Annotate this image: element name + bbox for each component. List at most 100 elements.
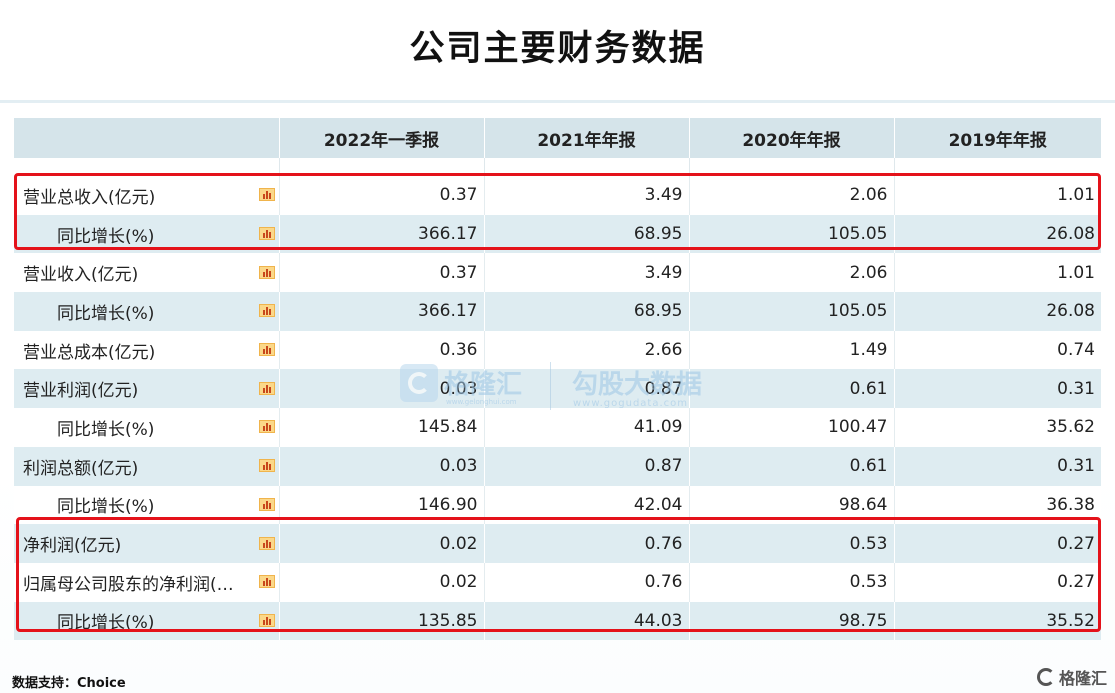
bar-chart-icon[interactable] — [258, 381, 275, 395]
watermark: 格隆汇 www.gelonghui.com 勾股大数据 www.gogudata… — [400, 360, 720, 416]
table-row: 同比增长(%) 366.17 68.95 105.05 26.08 — [14, 292, 1101, 331]
row-value-cell: 0.37 — [278, 253, 484, 293]
row-label-cell: 同比增长(%) — [14, 215, 279, 254]
row-label: 营业总收入(亿元) — [23, 187, 156, 208]
row-label-cell: 营业总收入(亿元) — [14, 176, 279, 215]
bar-chart-icon[interactable] — [258, 613, 275, 627]
row-label-cell: 归属母公司股东的净利润(… — [14, 563, 279, 602]
watermark-separator — [550, 362, 551, 410]
page-title: 公司主要财务数据 — [409, 29, 706, 69]
row-value-cell: 36.38 — [893, 485, 1101, 525]
title-divider — [0, 100, 1115, 103]
row-label-cell: 同比增长(%) — [14, 486, 279, 525]
row-value-cell: 0.27 — [893, 562, 1101, 602]
row-value-cell: 0.02 — [278, 524, 484, 563]
bar-chart-icon[interactable] — [258, 227, 275, 241]
row-value-cell: 0.31 — [893, 446, 1101, 486]
row-value-cell: 0.76 — [483, 562, 689, 602]
header-cell-2022q1: 2022年一季报 — [278, 118, 484, 158]
row-value-cell: 1.01 — [893, 176, 1101, 215]
row-value-cell: 68.95 — [483, 292, 689, 331]
table-row: 同比增长(%) 146.90 42.04 98.64 36.38 — [14, 485, 1101, 525]
row-value-cell: 26.08 — [893, 214, 1101, 254]
row-value-cell: 0.02 — [278, 562, 484, 602]
row-value-cell: 0.53 — [688, 524, 894, 563]
table-row: 利润总额(亿元) 0.03 0.87 0.61 0.31 — [14, 446, 1101, 486]
table-row: 营业总收入(亿元) 0.37 3.49 2.06 1.01 — [14, 176, 1101, 215]
row-value-cell: 135.85 — [278, 601, 484, 641]
row-value-cell: 146.90 — [278, 485, 484, 525]
row-label: 净利润(亿元) — [23, 536, 122, 557]
bar-chart-icon[interactable] — [258, 343, 275, 357]
row-label: 同比增长(%) — [57, 497, 155, 518]
watermark-name-1: 格隆汇 — [444, 370, 523, 400]
row-value-cell: 98.75 — [688, 601, 894, 641]
row-value-cell: 44.03 — [483, 601, 689, 641]
corner-logo: 格隆汇 — [1036, 666, 1107, 688]
watermark-logo-icon — [400, 364, 438, 402]
row-value-cell: 98.64 — [688, 485, 894, 525]
row-label-cell: 净利润(亿元) — [14, 524, 279, 563]
row-label: 归属母公司股东的净利润(… — [23, 574, 234, 595]
bar-chart-icon[interactable] — [258, 459, 275, 473]
row-value-cell: 42.04 — [483, 485, 689, 525]
watermark-name-2: 勾股大数据 — [572, 370, 703, 400]
bar-chart-icon[interactable] — [258, 536, 275, 550]
bar-chart-icon[interactable] — [258, 304, 275, 318]
bar-chart-icon[interactable] — [258, 420, 275, 434]
row-label-cell: 营业总成本(亿元) — [14, 331, 279, 370]
header-cell-2019: 2019年年报 — [893, 118, 1101, 158]
row-label-cell: 同比增长(%) — [14, 602, 279, 641]
row-label-cell: 同比增长(%) — [14, 408, 279, 447]
row-value-cell: 0.74 — [893, 330, 1101, 370]
row-label-cell: 同比增长(%) — [14, 292, 279, 331]
row-label: 同比增长(%) — [57, 226, 155, 247]
watermark-url-2: www.gogudata.com — [573, 398, 689, 409]
table-row: 同比增长(%) 135.85 44.03 98.75 35.52 — [14, 601, 1101, 641]
table-row: 归属母公司股东的净利润(… 0.02 0.76 0.53 0.27 — [14, 562, 1101, 602]
row-value-cell: 0.37 — [278, 176, 484, 215]
header-cell-2021: 2021年年报 — [483, 118, 689, 158]
row-value-cell: 0.53 — [688, 562, 894, 602]
row-label: 营业总成本(亿元) — [23, 342, 156, 363]
row-label-cell: 利润总额(亿元) — [14, 447, 279, 486]
row-value-cell: 0.03 — [278, 446, 484, 486]
row-label-cell: 营业收入(亿元) — [14, 253, 279, 292]
corner-logo-name: 格隆汇 — [1058, 669, 1107, 688]
row-label: 营业收入(亿元) — [23, 265, 139, 286]
row-label: 同比增长(%) — [57, 419, 155, 440]
row-value-cell: 68.95 — [483, 214, 689, 254]
corner-logo-icon — [1036, 668, 1055, 686]
row-value-cell: 366.17 — [278, 214, 484, 254]
bar-chart-icon[interactable] — [258, 265, 275, 279]
row-value-cell: 0.76 — [483, 524, 689, 563]
row-value-cell: 3.49 — [483, 176, 689, 215]
header-cell-2020: 2020年年报 — [688, 118, 894, 158]
table-row: 同比增长(%) 366.17 68.95 105.05 26.08 — [14, 214, 1101, 254]
table-spacer-row — [14, 158, 1101, 176]
row-value-cell: 105.05 — [688, 292, 894, 331]
row-value-cell: 0.87 — [483, 446, 689, 486]
row-label: 同比增长(%) — [57, 303, 155, 324]
bar-chart-icon[interactable] — [258, 497, 275, 511]
row-value-cell: 3.49 — [483, 253, 689, 293]
table-row: 净利润(亿元) 0.02 0.76 0.53 0.27 — [14, 524, 1101, 563]
header-cell-label — [14, 118, 279, 158]
row-value-cell: 0.27 — [893, 524, 1101, 563]
table-header-row: 2022年一季报 2021年年报 2020年年报 2019年年报 — [14, 118, 1101, 158]
bar-chart-icon[interactable] — [258, 188, 275, 202]
row-value-cell: 35.52 — [893, 601, 1101, 641]
row-value-cell: 105.05 — [688, 214, 894, 254]
data-source-note: 数据支持：Choice — [12, 676, 126, 691]
row-value-cell: 2.06 — [688, 176, 894, 215]
row-value-cell: 35.62 — [893, 408, 1101, 447]
table-row: 营业收入(亿元) 0.37 3.49 2.06 1.01 — [14, 253, 1101, 293]
row-label: 利润总额(亿元) — [23, 458, 139, 479]
row-value-cell: 2.06 — [688, 253, 894, 293]
bar-chart-icon[interactable] — [258, 575, 275, 589]
row-value-cell: 26.08 — [893, 292, 1101, 331]
row-label-cell: 营业利润(亿元) — [14, 369, 279, 408]
row-label: 同比增长(%) — [57, 613, 155, 634]
row-value-cell: 366.17 — [278, 292, 484, 331]
watermark-url-1: www.gelonghui.com — [446, 398, 517, 406]
